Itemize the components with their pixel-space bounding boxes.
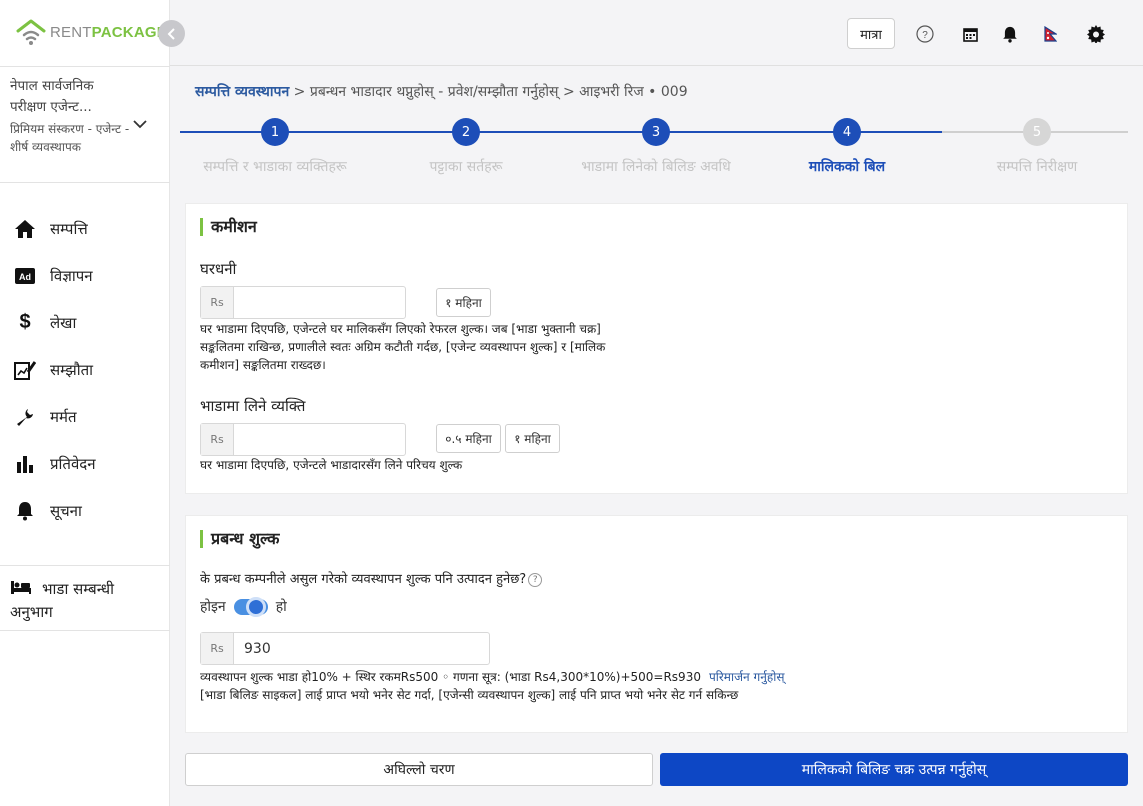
breadcrumb-path: > प्रबन्धन भाडादार थप्नुहोस् - प्रवेश/सम… (289, 84, 688, 100)
breadcrumb: सम्पत्ति व्यवस्थापन > प्रबन्धन भाडादार थ… (195, 82, 688, 101)
divider (0, 66, 170, 67)
currency-prefix: Rs (201, 424, 234, 455)
bell-icon (14, 500, 36, 522)
gear-icon[interactable] (1086, 24, 1106, 44)
ad-icon: Ad (14, 265, 36, 287)
input-value (234, 287, 244, 318)
sidebar-item-label: विज्ञापन (50, 266, 93, 285)
previous-step-button[interactable]: अघिल्लो चरण (185, 753, 653, 786)
one-month-chip[interactable]: १ महिना (505, 424, 560, 453)
toggle-knob (245, 596, 266, 617)
sidebar-item-maintenance[interactable]: मर्मत (0, 393, 170, 440)
quantity-button[interactable]: मात्रा (847, 18, 895, 49)
landlord-commission-input[interactable]: Rs (200, 286, 406, 319)
landlord-label: घरधनी (200, 260, 237, 278)
input-value (234, 424, 244, 455)
step-3-label: भाडामा लिनेको बिलिङ अवधि (581, 159, 731, 175)
management-fee-formula: व्यवस्थापन शुल्क भाडा हो10% + स्थिर रकमR… (200, 670, 785, 684)
management-fee-question: के प्रबन्ध कम्पनीले असुल गरेको व्यवस्थाप… (200, 571, 543, 589)
step-5-circle[interactable]: 5 (1023, 118, 1051, 146)
notification-bell-icon[interactable] (1000, 24, 1020, 44)
section-title: प्रबन्ध शुल्क (200, 530, 279, 548)
sidebar-item-label: भाडा सम्बन्धी अनुभाग (10, 579, 114, 621)
input-value: 930 (244, 640, 271, 657)
home-icon (14, 218, 36, 240)
landlord-help-text: घर भाडामा दिएपछि, एजेन्टले घर मालिकसँग ल… (200, 322, 606, 372)
currency-prefix: Rs (201, 633, 234, 664)
calendar-icon[interactable] (960, 24, 980, 44)
step-2-circle[interactable]: 2 (452, 118, 480, 146)
dollar-icon: $ (19, 311, 31, 333)
tenant-help-text: घर भाडामा दिएपछि, एजेन्टले भाडादारसँग लि… (200, 458, 463, 472)
bed-icon (10, 579, 32, 601)
section-title: कमीशन (200, 218, 257, 236)
svg-text:?: ? (922, 30, 928, 41)
management-fee-card: प्रबन्ध शुल्क के प्रबन्ध कम्पनीले असुल ग… (185, 515, 1128, 733)
sidebar-item-label: प्रतिवेदन (50, 454, 96, 473)
sidebar-item-accounting[interactable]: $ लेखा (0, 299, 170, 346)
step-4-label: मालिकको बिल (808, 159, 886, 175)
step-3-circle[interactable]: 3 (642, 118, 670, 146)
commission-card: कमीशन घरधनी Rs १ महिना घर भाडामा दिएपछि,… (185, 203, 1128, 494)
one-month-chip[interactable]: १ महिना (436, 288, 491, 317)
currency-prefix: Rs (201, 287, 234, 318)
sidebar-item-label: लेखा (50, 313, 77, 332)
progress-stepper: 1 सम्पत्ति र भाडाका व्यक्तिहरू 2 पट्टाका… (180, 116, 1128, 180)
help-icon[interactable]: ? (915, 24, 935, 44)
sidebar: RENTPACKAGE नेपाल सार्वजनिक परीक्षण एजेन… (0, 0, 170, 806)
contract-icon (14, 359, 36, 381)
svg-text:Ad: Ad (19, 272, 31, 282)
bar-chart-icon (14, 453, 36, 475)
sidebar-item-label: सम्झौता (50, 360, 94, 379)
step-5-label: सम्पत्ति निरीक्षण (996, 159, 1078, 175)
sidebar-nav: सम्पत्ति Ad विज्ञापन $ लेखा सम्झौता मर्म… (0, 205, 170, 534)
sidebar-item-rental-experience[interactable]: भाडा सम्बन्धी अनुभाग (10, 578, 160, 623)
toggle-off-label: होइन (200, 599, 226, 615)
divider (0, 182, 170, 183)
sidebar-item-label: मर्मत (50, 407, 77, 426)
step-2-label: पट्टाका सर्तहरू (429, 159, 503, 175)
tenant-label: भाडामा लिने व्यक्ति (200, 397, 306, 415)
chevron-down-icon[interactable] (132, 116, 148, 136)
stepper-line-complete (180, 131, 942, 133)
sidebar-item-reports[interactable]: प्रतिवेदन (0, 440, 170, 487)
wrench-icon (14, 406, 36, 428)
management-fee-input[interactable]: Rs 930 (200, 632, 490, 665)
sidebar-item-notifications[interactable]: सूचना (0, 487, 170, 534)
sidebar-item-label: सूचना (50, 501, 82, 520)
management-fee-note: [भाडा बिलिङ साइकल] लाई प्राप्त भयो भनेर … (200, 688, 739, 702)
divider (0, 630, 170, 631)
generate-owner-billing-cycle-button[interactable]: मालिकको बिलिङ चक्र उत्पन्न गर्नुहोस् (660, 753, 1128, 786)
toggle-on-label: हो (275, 599, 287, 615)
organization-plan: प्रिमियम संस्करण - एजेन्ट - शीर्ष व्यवस्… (10, 122, 130, 154)
breadcrumb-root-link[interactable]: सम्पत्ति व्यवस्थापन (195, 84, 289, 100)
tenant-commission-input[interactable]: Rs (200, 423, 406, 456)
nepal-flag-icon[interactable] (1040, 24, 1060, 44)
half-month-chip[interactable]: ०.५ महिना (436, 424, 501, 453)
help-icon[interactable]: ? (528, 572, 543, 587)
collapse-sidebar-button[interactable] (158, 20, 185, 47)
step-1-circle[interactable]: 1 (261, 118, 289, 146)
sidebar-item-property[interactable]: सम्पत्ति (0, 205, 170, 252)
sidebar-item-contract[interactable]: सम्झौता (0, 346, 170, 393)
logo-text: RENTPACKAGE (50, 23, 167, 41)
wifi-house-logo-icon (16, 18, 46, 46)
divider (0, 565, 170, 566)
step-1-label: सम्पत्ति र भाडाका व्यक्तिहरू (203, 159, 347, 175)
management-fee-toggle-row: होइन हो (200, 596, 287, 617)
organization-switcher[interactable]: नेपाल सार्वजनिक परीक्षण एजेन्ट... प्रिमि… (10, 76, 130, 156)
logo[interactable]: RENTPACKAGE (16, 18, 167, 46)
step-4-circle[interactable]: 4 (833, 118, 861, 146)
top-bar: मात्रा ? (170, 0, 1143, 66)
sidebar-item-label: सम्पत्ति (50, 219, 88, 238)
organization-name: नेपाल सार्वजनिक परीक्षण एजेन्ट... (10, 78, 94, 115)
customize-link[interactable]: परिमार्जन गर्नुहोस् (709, 670, 785, 684)
management-fee-toggle[interactable] (233, 596, 268, 617)
sidebar-item-advertisement[interactable]: Ad विज्ञापन (0, 252, 170, 299)
